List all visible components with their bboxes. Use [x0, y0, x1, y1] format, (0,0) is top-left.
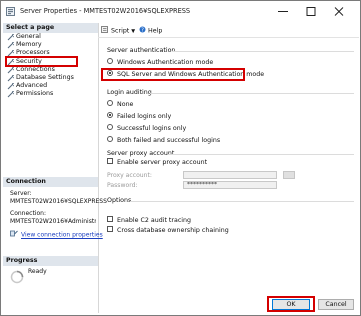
select-page-header: Select a page	[3, 23, 98, 33]
cross-db-chaining-option[interactable]: Cross database ownership chaining	[107, 226, 229, 235]
option-label: Enable server proxy account	[117, 159, 208, 166]
c2-audit-option[interactable]: Enable C2 audit tracing	[107, 216, 191, 225]
progress-status: Ready	[28, 268, 47, 275]
checkbox[interactable]	[107, 226, 113, 232]
radio-unselected[interactable]	[107, 58, 113, 64]
sidebar-item-memory[interactable]: Memory	[3, 41, 98, 49]
server-properties-window: Server Properties - MMTEST02W2016¥SQLEXP…	[0, 0, 361, 316]
radio-unselected[interactable]	[107, 136, 113, 142]
option-label: Both failed and successful logins	[117, 137, 221, 144]
ok-highlight-box	[267, 296, 315, 312]
options-divider	[130, 201, 354, 202]
options-group-label: Options	[107, 197, 132, 204]
proxy-account-label: Proxy account:	[107, 172, 152, 179]
wrench-icon	[7, 33, 16, 41]
progress-header: Progress	[3, 256, 98, 266]
proxy-account-field[interactable]	[183, 171, 277, 179]
view-connection-properties[interactable]: View connection properties	[10, 230, 103, 240]
sidebar-item-general[interactable]: General	[3, 33, 98, 41]
close-button[interactable]	[325, 4, 353, 19]
view-connection-link[interactable]: View connection properties	[21, 232, 103, 239]
window-title: Server Properties - MMTEST02W2016¥SQLEXP…	[20, 7, 191, 15]
script-button[interactable]: Script ▼	[101, 26, 135, 35]
connection-properties-icon	[10, 230, 18, 240]
minimize-icon	[278, 11, 288, 12]
main-pane: Script ▼ ? Help Server authentication Wi…	[98, 23, 359, 314]
security-highlight-box	[5, 56, 78, 67]
cancel-button[interactable]: Cancel	[318, 299, 354, 310]
option-label: None	[117, 101, 134, 108]
radio-selected[interactable]	[107, 112, 113, 118]
toolbar: Script ▼ ? Help	[98, 23, 359, 37]
sidebar: Select a page General Memory Processors …	[3, 23, 107, 313]
wrench-icon	[7, 66, 16, 74]
sidebar-item-label: Permissions	[16, 90, 54, 98]
progress-spinner-icon	[10, 270, 24, 286]
help-label: Help	[148, 27, 163, 35]
radio-unselected[interactable]	[107, 100, 113, 106]
help-icon: ?	[139, 26, 146, 35]
login-auditing-group-label: Login auditing	[107, 89, 152, 96]
option-label: Enable C2 audit tracing	[117, 217, 192, 224]
connection-label: Connection:	[10, 210, 46, 217]
server-auth-divider	[172, 51, 354, 52]
minimize-button[interactable]	[269, 4, 297, 19]
audit-successful-option[interactable]: Successful logins only	[107, 124, 186, 133]
connection-header: Connection	[3, 177, 98, 187]
password-field[interactable]: **********	[183, 181, 277, 189]
audit-none-option[interactable]: None	[107, 100, 133, 109]
title-bar: Server Properties - MMTEST02W2016¥SQLEXP…	[1, 1, 360, 23]
password-label: Password:	[107, 182, 138, 189]
option-label: Windows Authentication mode	[117, 59, 214, 66]
close-icon	[334, 7, 344, 16]
login-auditing-divider	[150, 93, 354, 94]
sidebar-item-permissions[interactable]: Permissions	[3, 90, 98, 98]
app-icon	[6, 7, 15, 16]
audit-both-option[interactable]: Both failed and successful logins	[107, 136, 220, 145]
script-label: Script	[111, 27, 130, 35]
option-label: Successful logins only	[117, 125, 187, 132]
maximize-button[interactable]	[297, 4, 325, 19]
sidebar-item-database-settings[interactable]: Database Settings	[3, 74, 98, 82]
sidebar-item-label: Advanced	[16, 82, 48, 90]
svg-text:?: ?	[141, 28, 144, 33]
server-label: Server:	[10, 190, 32, 197]
wrench-icon	[7, 90, 16, 98]
wrench-icon	[7, 41, 16, 49]
sidebar-item-label: Database Settings	[16, 73, 74, 81]
dropdown-arrow-icon: ▼	[131, 28, 136, 35]
script-icon	[101, 26, 109, 35]
connection-value: MMTEST02W2016¥Administrator	[10, 218, 96, 225]
option-label: Failed logins only	[117, 113, 172, 120]
checkbox[interactable]	[107, 158, 113, 164]
wrench-icon	[7, 74, 16, 82]
proxy-divider	[168, 154, 354, 155]
proxy-group-label: Server proxy account	[107, 150, 175, 157]
radio-unselected[interactable]	[107, 124, 113, 130]
enable-proxy-option[interactable]: Enable server proxy account	[107, 158, 207, 167]
sidebar-item-label: General	[16, 33, 41, 40]
audit-failed-option[interactable]: Failed logins only	[107, 112, 171, 121]
help-button[interactable]: ? Help	[139, 26, 162, 35]
checkbox[interactable]	[107, 216, 113, 222]
maximize-icon	[306, 7, 316, 16]
server-auth-group-label: Server authentication	[107, 47, 176, 54]
sql-auth-highlight-box	[101, 68, 245, 81]
windows-auth-option[interactable]: Windows Authentication mode	[107, 58, 213, 67]
proxy-account-browse-button[interactable]	[283, 171, 295, 179]
toolbar-divider	[98, 37, 359, 38]
sidebar-item-advanced[interactable]: Advanced	[3, 82, 98, 90]
wrench-icon	[7, 82, 16, 90]
server-value: MMTEST02W2016¥SQLEXPRESS	[10, 198, 107, 205]
option-label: Cross database ownership chaining	[117, 227, 229, 234]
sidebar-item-label: Memory	[16, 41, 42, 49]
